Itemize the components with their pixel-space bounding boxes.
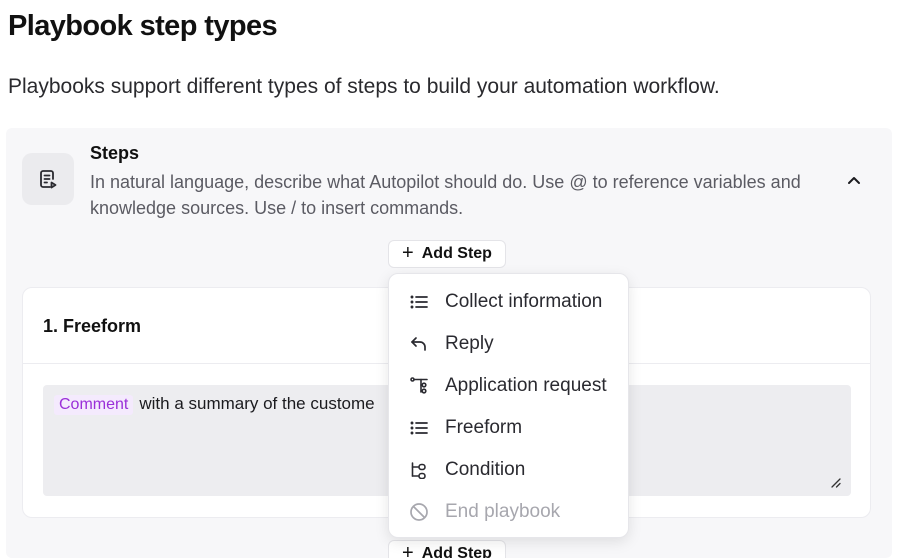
comment-tag[interactable]: Comment: [54, 395, 134, 415]
list-icon: [409, 418, 429, 438]
page-subtitle: Playbooks support different types of ste…: [8, 75, 720, 98]
resize-handle-icon[interactable]: [829, 476, 841, 488]
add-step-menu: Collect information Reply Application re…: [388, 273, 629, 538]
add-step-button-bottom[interactable]: + Add Step: [388, 540, 506, 558]
add-step-label: Add Step: [421, 245, 492, 262]
add-step-button[interactable]: + Add Step: [388, 240, 506, 268]
list-icon: [409, 292, 429, 312]
block-icon: [409, 502, 429, 522]
steps-description: In natural language, describe what Autop…: [90, 172, 801, 218]
step-editor-text: with a summary of the custome: [139, 394, 375, 413]
menu-item-condition[interactable]: Condition: [389, 449, 628, 491]
menu-item-label: Reply: [445, 333, 494, 354]
page-title: Playbook step types: [8, 10, 278, 42]
menu-item-application-request[interactable]: Application request: [389, 365, 628, 407]
menu-item-end-playbook[interactable]: End playbook: [389, 491, 628, 533]
menu-item-label: End playbook: [445, 501, 561, 522]
plus-icon: +: [402, 242, 414, 264]
menu-item-label: Application request: [445, 375, 607, 396]
menu-item-label: Condition: [445, 459, 526, 480]
condition-icon: [409, 460, 429, 480]
steps-title: Steps: [90, 143, 140, 163]
menu-item-freeform[interactable]: Freeform: [389, 407, 628, 449]
plus-icon: +: [402, 542, 414, 558]
menu-item-label: Collect information: [445, 291, 603, 312]
add-step-bottom-label: Add Step: [421, 545, 492, 558]
application-request-icon: [409, 376, 429, 396]
reply-icon: [409, 334, 429, 354]
menu-item-reply[interactable]: Reply: [389, 323, 628, 365]
menu-item-label: Freeform: [445, 417, 523, 438]
chevron-up-icon[interactable]: [842, 170, 866, 190]
document-icon: [22, 153, 74, 205]
menu-item-collect-information[interactable]: Collect information: [389, 281, 628, 323]
